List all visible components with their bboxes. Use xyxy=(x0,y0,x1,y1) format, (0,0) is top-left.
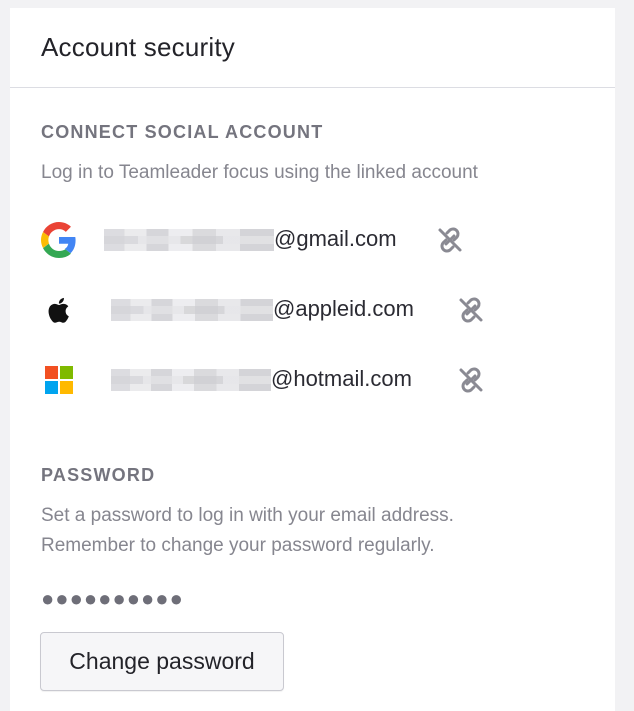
account-email-domain: @appleid.com xyxy=(273,296,414,321)
page-title: Account security xyxy=(41,32,235,62)
linked-account-google: @gmail.com xyxy=(41,220,561,260)
redacted-email-username xyxy=(111,369,271,391)
social-section-description: Log in to Teamleader focus using the lin… xyxy=(41,162,478,183)
redacted-email-username xyxy=(104,229,274,251)
linked-account-microsoft: @hotmail.com xyxy=(41,360,561,400)
change-password-button[interactable]: Change password xyxy=(40,632,284,691)
password-description-line-2: Remember to change your password regular… xyxy=(41,535,435,556)
unlink-icon[interactable] xyxy=(455,364,487,396)
masked-password: ●●●●●●●●●● xyxy=(41,586,184,611)
account-email-domain: @hotmail.com xyxy=(271,366,412,391)
account-security-card: Account security CONNECT SOCIAL ACCOUNT … xyxy=(10,8,615,711)
linked-account-apple: @appleid.com xyxy=(41,290,561,330)
microsoft-icon xyxy=(41,362,77,398)
social-section-heading: CONNECT SOCIAL ACCOUNT xyxy=(41,122,324,142)
apple-icon xyxy=(41,292,77,328)
password-section-heading: PASSWORD xyxy=(41,465,156,485)
account-email-domain: @gmail.com xyxy=(274,226,397,251)
password-description-line-1: Set a password to log in with your email… xyxy=(41,505,454,526)
redacted-email-username xyxy=(111,299,273,321)
unlink-icon[interactable] xyxy=(434,224,466,256)
google-icon xyxy=(41,222,77,258)
unlink-icon[interactable] xyxy=(455,294,487,326)
card-header: Account security xyxy=(10,8,615,88)
